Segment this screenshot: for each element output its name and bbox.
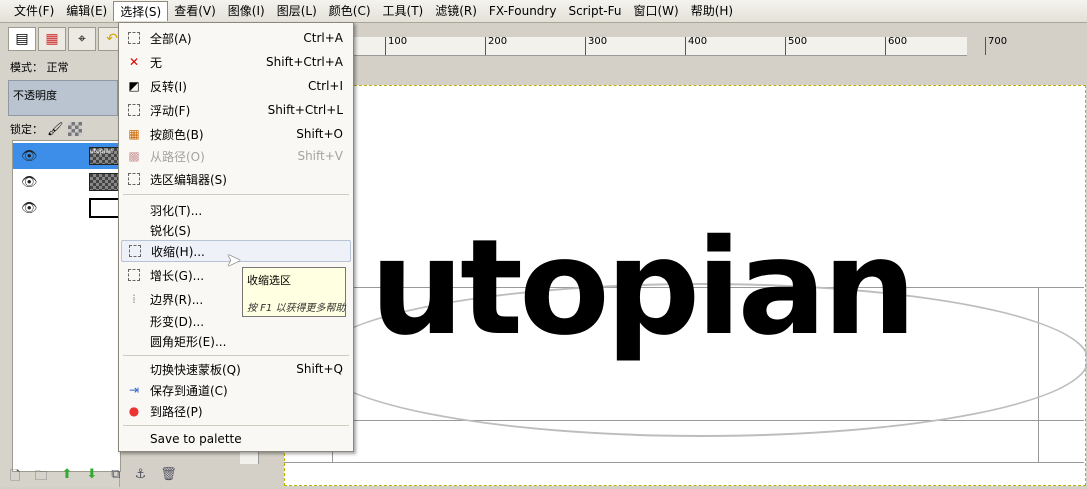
lock-label: 锁定： <box>10 123 43 136</box>
select-all-icon <box>126 30 142 46</box>
new-layer-icon[interactable]: 🗋 <box>10 467 20 489</box>
menu-filters[interactable]: 滤镜(R) <box>429 1 483 21</box>
new-group-icon[interactable]: 🗀 <box>34 467 47 489</box>
menu-image[interactable]: 图像(I) <box>222 1 271 21</box>
border-icon: ⁞ <box>132 292 136 306</box>
ruler-tick: 500 <box>785 37 807 55</box>
tooltip-help: 按 F1 以获得更多帮助 <box>247 303 346 314</box>
eye-icon[interactable]: 👁 <box>21 201 38 216</box>
menubar: 文件(F) 编辑(E) 选择(S) 查看(V) 图像(I) 图层(L) 颜色(C… <box>0 0 1087 23</box>
menu-separator <box>123 194 349 195</box>
dock-tabs: ▤ ▦ ⌖ ↶ <box>8 27 126 51</box>
ruler-tick: 300 <box>585 37 607 55</box>
menu-item-float[interactable]: 浮动(F) Shift+Ctrl+L <box>121 99 351 121</box>
menu-item-select-none[interactable]: ✕ 无 Shift+Ctrl+A <box>121 51 351 73</box>
menu-item-rounded-rect[interactable]: 圆角矩形(E)... <box>121 330 351 352</box>
menu-windows[interactable]: 窗口(W) <box>627 1 684 21</box>
lock-row: 锁定： 🖌 <box>10 121 82 137</box>
lower-layer-icon[interactable]: ⬇ <box>86 467 97 489</box>
menu-layer[interactable]: 图层(L) <box>271 1 323 21</box>
menu-tools[interactable]: 工具(T) <box>377 1 430 21</box>
grow-icon <box>126 267 142 283</box>
menu-item-sharpen[interactable]: 锐化(S) <box>121 219 351 241</box>
anchor-icon[interactable]: ⚓ <box>135 467 147 489</box>
ruler-tick: 200 <box>485 37 507 55</box>
menu-fx-foundry[interactable]: FX-Foundry <box>483 1 563 21</box>
menu-item-by-color[interactable]: ▦ 按颜色(B) Shift+O <box>121 123 351 145</box>
menu-separator <box>123 355 349 356</box>
layers-tab-icon[interactable]: ▤ <box>8 27 36 51</box>
lock-pixels-icon[interactable]: 🖌 <box>47 122 64 137</box>
lock-alpha-icon[interactable] <box>67 122 82 136</box>
ruler-tick: 700 <box>985 37 1007 55</box>
from-path-icon: ▩ <box>128 149 140 163</box>
tooltip: 收缩选区 按 F1 以获得更多帮助 <box>242 267 346 317</box>
mode-label: 模式： <box>10 61 43 74</box>
menu-item-from-path[interactable]: ▩ 从路径(O) Shift+V <box>121 145 351 167</box>
layers-dock: ▤ ▦ ⌖ ↶ 模式： 正常 不透明度 锁定： 🖌 👁 utopian 👁 👁 … <box>0 23 177 487</box>
layers-toolbar: 🗋 🗀 ⬆ ⬇ ⧉ ⚓ 🗑 <box>10 467 177 489</box>
layer-thumbnail <box>89 198 121 218</box>
layers-list: 👁 utopian 👁 👁 <box>12 140 121 472</box>
opacity-slider[interactable]: 不透明度 <box>8 80 118 116</box>
layer-row[interactable]: 👁 <box>13 169 120 195</box>
eye-icon[interactable]: 👁 <box>21 149 38 164</box>
save-channel-icon: ⇥ <box>128 383 140 397</box>
select-none-icon: ✕ <box>128 55 140 69</box>
mouse-cursor-icon: ➤ <box>226 250 242 271</box>
menu-item-quick-mask[interactable]: 切换快速蒙板(Q) Shift+Q <box>121 358 351 380</box>
menu-select[interactable]: 选择(S) <box>113 1 169 21</box>
layer-row[interactable]: 👁 <box>13 195 121 221</box>
menu-item-selection-editor[interactable]: 选区编辑器(S) <box>121 168 351 190</box>
menu-item-save-to-palette[interactable]: Save to palette <box>121 428 351 450</box>
ruler-tick: 400 <box>685 37 707 55</box>
mode-row[interactable]: 模式： 正常 <box>10 59 69 75</box>
tooltip-title: 收缩选区 <box>247 274 291 287</box>
by-color-icon: ▦ <box>128 127 140 141</box>
invert-icon: ◩ <box>128 79 140 93</box>
menu-colors[interactable]: 颜色(C) <box>323 1 377 21</box>
selection-editor-icon <box>126 171 142 187</box>
menu-script-fu[interactable]: Script-Fu <box>562 1 627 21</box>
menu-file[interactable]: 文件(F) <box>8 1 60 21</box>
duplicate-layer-icon[interactable]: ⧉ <box>111 467 120 489</box>
layer-thumbnail: utopian <box>89 147 119 165</box>
to-path-icon: ● <box>128 404 140 418</box>
paths-tab-icon[interactable]: ⌖ <box>68 27 96 51</box>
ruler-tick: 600 <box>885 37 907 55</box>
float-icon <box>126 102 142 118</box>
layer-row[interactable]: 👁 utopian <box>13 143 120 169</box>
menu-help[interactable]: 帮助(H) <box>685 1 739 21</box>
menu-separator <box>123 425 349 426</box>
menu-view[interactable]: 查看(V) <box>168 1 222 21</box>
shrink-icon <box>127 243 143 259</box>
guide-line <box>284 462 1084 463</box>
menu-item-to-path[interactable]: ● 到路径(P) <box>121 400 351 422</box>
menu-item-select-all[interactable]: 全部(A) Ctrl+A <box>121 27 351 49</box>
canvas-text: utopian <box>370 211 917 365</box>
select-menu: 全部(A) Ctrl+A ✕ 无 Shift+Ctrl+A ◩ 反转(I) Ct… <box>118 22 354 452</box>
ruler-tick: 100 <box>385 37 407 55</box>
menu-item-save-channel[interactable]: ⇥ 保存到通道(C) <box>121 379 351 401</box>
opacity-label: 不透明度 <box>13 89 57 102</box>
menu-edit[interactable]: 编辑(E) <box>60 1 113 21</box>
layer-thumbnail <box>89 173 119 191</box>
raise-layer-icon[interactable]: ⬆ <box>61 467 72 489</box>
mode-value[interactable]: 正常 <box>47 61 69 74</box>
menu-item-invert[interactable]: ◩ 反转(I) Ctrl+I <box>121 75 351 97</box>
delete-layer-icon[interactable]: 🗑 <box>160 467 177 489</box>
menu-item-feather[interactable]: 羽化(T)... <box>121 199 351 221</box>
eye-icon[interactable]: 👁 <box>21 175 38 190</box>
channels-tab-icon[interactable]: ▦ <box>38 27 66 51</box>
